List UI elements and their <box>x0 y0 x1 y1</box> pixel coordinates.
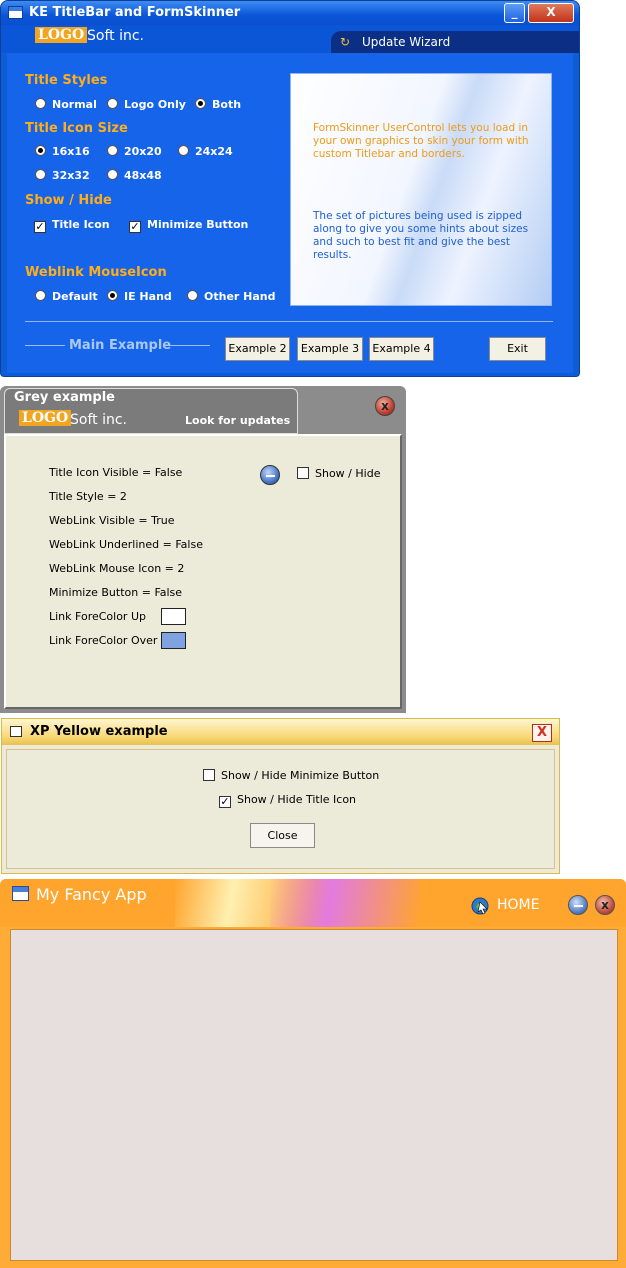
section-show-hide: Show / Hide <box>25 193 112 208</box>
yellow-body <box>6 749 555 869</box>
radio-icon <box>187 290 198 301</box>
example-4-button[interactable]: Example 4 <box>369 337 434 361</box>
status-line: WebLink Visible = True <box>49 514 175 527</box>
minimize-button[interactable]: _ <box>504 3 525 23</box>
close-button[interactable]: X <box>528 3 574 23</box>
client-area <box>10 929 618 1261</box>
minimize-icon[interactable] <box>260 465 280 485</box>
orange-window: My Fancy App HOME x <box>0 879 626 1268</box>
window-title: KE TitleBar and FormSkinner <box>29 5 241 20</box>
color-swatch-up[interactable] <box>161 608 186 625</box>
update-icon: ↻ <box>340 35 351 49</box>
window-icon <box>8 6 23 19</box>
example-2-button[interactable]: Example 2 <box>225 337 290 361</box>
checkbox-show-hide-minimize[interactable]: Show / Hide Minimize Button <box>203 769 379 782</box>
window-title: My Fancy App <box>36 885 147 904</box>
grey-window: Grey example LOGO Soft inc. Look for upd… <box>0 386 406 713</box>
titlebar-glow <box>270 879 420 927</box>
close-button[interactable]: X <box>532 724 552 742</box>
radio-other-hand[interactable]: Other Hand <box>187 290 276 304</box>
radio-48x48[interactable]: 48x48 <box>107 169 162 183</box>
info-text-2: The set of pictures being used is zipped… <box>313 210 529 261</box>
status-line: WebLink Underlined = False <box>49 538 203 551</box>
close-button[interactable]: x <box>595 895 615 915</box>
radio-icon <box>35 169 46 180</box>
info-text-1: FormSkinner UserControl lets you load in… <box>313 122 529 160</box>
divider-right <box>170 345 210 346</box>
radio-32x32[interactable]: 32x32 <box>35 169 90 183</box>
divider-left <box>25 345 65 346</box>
window-icon <box>10 726 22 737</box>
window-title: XP Yellow example <box>30 724 168 739</box>
close-button[interactable]: x <box>375 396 395 416</box>
window-icon <box>12 886 29 901</box>
radio-icon <box>35 290 46 301</box>
radio-ie-hand[interactable]: IE Hand <box>107 290 172 304</box>
radio-icon <box>107 145 118 156</box>
look-for-updates-link[interactable]: Look for updates <box>185 414 290 427</box>
checkbox-icon <box>297 467 309 479</box>
checkmark-icon: ✓ <box>129 220 141 233</box>
window-title: Grey example <box>14 390 115 405</box>
checkmark-icon: ✓ <box>34 220 46 233</box>
info-panel <box>290 73 552 306</box>
status-line: Minimize Button = False <box>49 586 183 599</box>
link-forecolor-up-label: Link ForeColor Up <box>49 610 146 623</box>
radio-icon <box>178 145 189 156</box>
status-line: WebLink Mouse Icon = 2 <box>49 562 185 575</box>
checkbox-title-icon[interactable]: ✓ Title Icon <box>34 218 110 233</box>
minimize-button[interactable] <box>568 895 588 915</box>
radio-default[interactable]: Default <box>35 290 98 304</box>
checkbox-icon <box>203 769 215 781</box>
radio-20x20[interactable]: 20x20 <box>107 145 162 159</box>
radio-normal[interactable]: Normal <box>35 98 97 112</box>
logo: LOGO <box>19 410 72 426</box>
company-name: Soft inc. <box>87 28 144 44</box>
logo: LOGO <box>35 27 88 43</box>
blue-window: KE TitleBar and FormSkinner _ X LOGO Sof… <box>0 0 580 377</box>
radio-icon <box>107 169 118 180</box>
status-line: Title Style = 2 <box>49 490 127 503</box>
checkbox-show-hide-title-icon[interactable]: ✓ Show / Hide Title Icon <box>219 793 356 808</box>
main-example-label: Main Example <box>69 338 172 353</box>
checkbox-minimize-button[interactable]: ✓ Minimize Button <box>129 218 248 233</box>
radio-icon <box>107 290 118 301</box>
radio-both[interactable]: Both <box>195 98 241 112</box>
company-name: Soft inc. <box>70 412 127 428</box>
example-3-button[interactable]: Example 3 <box>297 337 363 361</box>
section-title-icon-size: Title Icon Size <box>25 121 128 136</box>
checkmark-icon: ✓ <box>219 795 231 808</box>
home-link[interactable]: HOME <box>497 897 539 913</box>
section-title-styles: Title Styles <box>25 73 108 88</box>
radio-icon <box>195 98 206 109</box>
radio-16x16[interactable]: 16x16 <box>35 145 90 159</box>
section-weblink: Weblink MouseIcon <box>25 265 167 280</box>
divider <box>25 321 553 322</box>
yellow-window: XP Yellow example X Show / Hide Minimize… <box>1 718 560 874</box>
color-swatch-over[interactable] <box>161 632 186 649</box>
home-icon[interactable] <box>470 896 490 916</box>
radio-logo-only[interactable]: Logo Only <box>107 98 186 112</box>
radio-icon <box>35 98 46 109</box>
checkbox-show-hide[interactable]: Show / Hide <box>297 467 380 480</box>
radio-24x24[interactable]: 24x24 <box>178 145 233 159</box>
exit-button[interactable]: Exit <box>489 337 546 361</box>
radio-icon <box>107 98 118 109</box>
update-wizard-link[interactable]: Update Wizard <box>362 35 450 49</box>
radio-icon <box>35 145 46 156</box>
status-line: Title Icon Visible = False <box>49 466 183 479</box>
close-dialog-button[interactable]: Close <box>250 823 315 848</box>
link-forecolor-over-label: Link ForeColor Over <box>49 634 158 647</box>
